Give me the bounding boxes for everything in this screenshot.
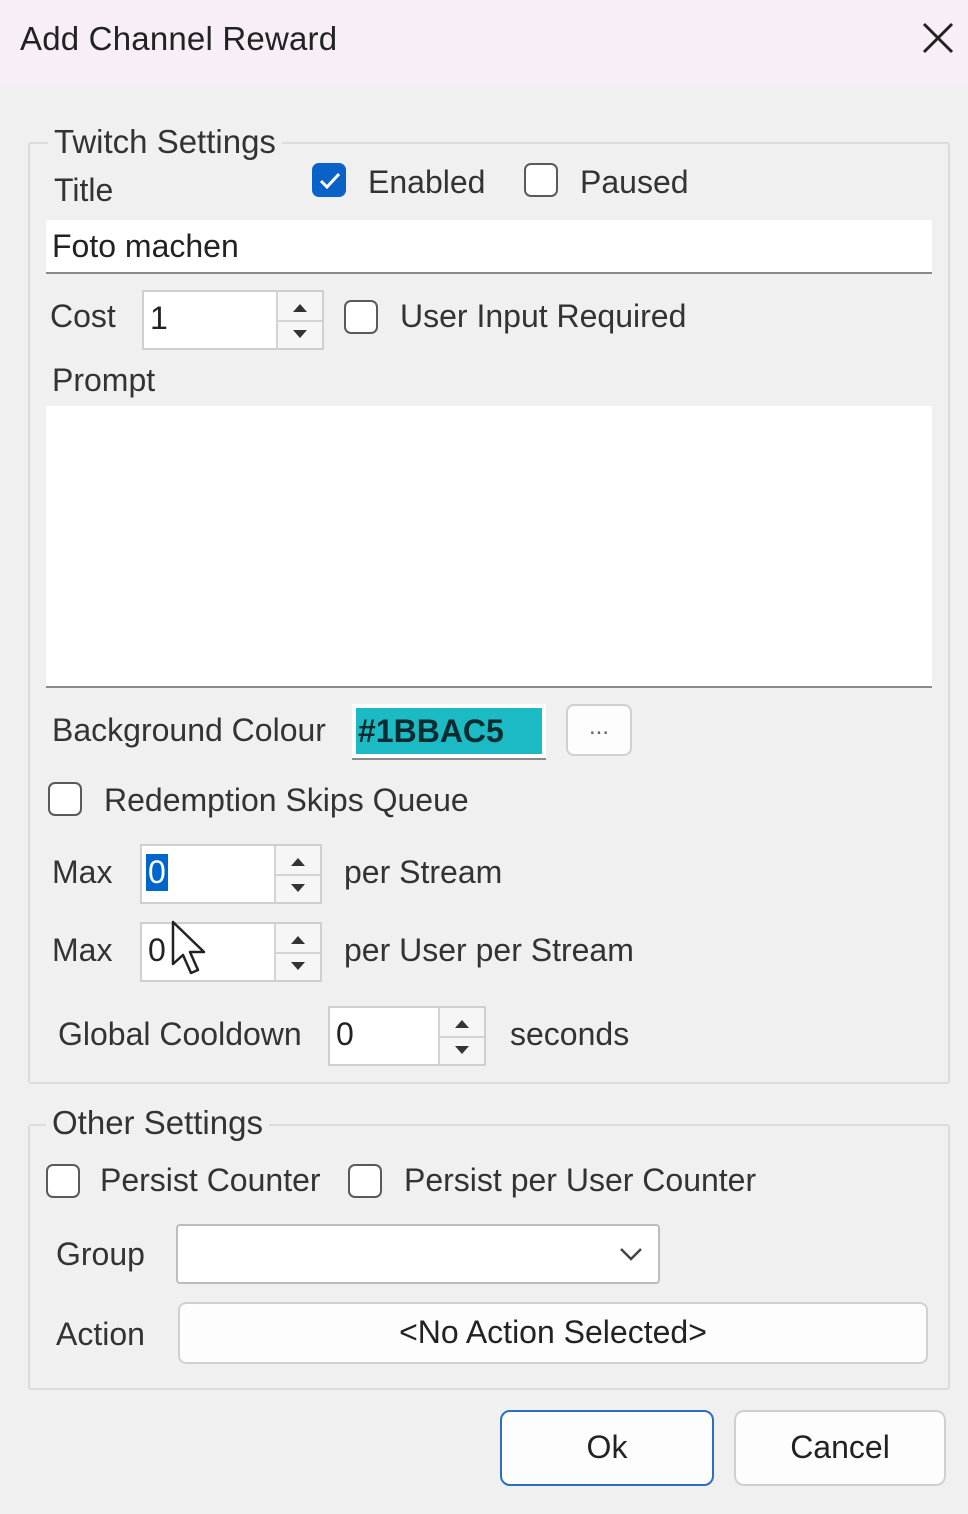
user-input-required-checkbox[interactable] — [344, 300, 378, 334]
max-per-user-increment-button[interactable] — [276, 924, 320, 952]
cost-stepper[interactable]: 1 — [142, 290, 324, 350]
cancel-button[interactable]: Cancel — [734, 1410, 946, 1486]
max-per-stream-value: 0 — [146, 854, 168, 891]
arrow-down-icon — [291, 962, 305, 970]
global-cooldown-decrement-button[interactable] — [440, 1036, 484, 1066]
persist-counter-checkbox[interactable] — [46, 1164, 80, 1198]
browse-colour-button[interactable]: ... — [566, 704, 632, 756]
close-icon[interactable] — [918, 18, 958, 58]
arrow-up-icon — [291, 936, 305, 944]
mouse-pointer-icon — [171, 920, 206, 975]
enabled-label[interactable]: Enabled — [368, 164, 485, 201]
background-colour-value: #1BBAC5 — [356, 708, 542, 754]
cost-increment-button[interactable] — [278, 292, 322, 320]
window-title: Add Channel Reward — [20, 20, 338, 57]
max-per-user-stepper[interactable]: 0 — [140, 922, 322, 982]
max-per-user-label: Max — [52, 932, 113, 968]
action-select-button[interactable]: <No Action Selected> — [178, 1302, 928, 1364]
user-input-required-label[interactable]: User Input Required — [400, 298, 686, 335]
arrow-up-icon — [455, 1020, 469, 1028]
max-per-stream-stepper[interactable]: 0 — [140, 844, 322, 904]
arrow-up-icon — [291, 858, 305, 866]
max-per-user-value: 0 — [148, 932, 166, 968]
background-colour-field[interactable]: #1BBAC5 — [352, 704, 546, 760]
ok-button-label: Ok — [586, 1429, 628, 1465]
background-colour-label: Background Colour — [52, 712, 326, 748]
cost-value: 1 — [150, 300, 168, 336]
max-per-stream-increment-button[interactable] — [276, 846, 320, 874]
chevron-down-icon — [620, 1248, 642, 1261]
title-input-value: Foto machen — [52, 228, 239, 264]
max-per-stream-decrement-button[interactable] — [276, 874, 320, 904]
arrow-down-icon — [293, 330, 307, 338]
max-per-user-spin-buttons — [274, 924, 320, 980]
title-label: Title — [54, 172, 114, 208]
arrow-down-icon — [455, 1046, 469, 1054]
persist-per-user-counter-checkbox[interactable] — [348, 1164, 382, 1198]
prompt-label: Prompt — [52, 362, 156, 398]
browse-colour-label: ... — [588, 713, 609, 740]
group-label: Group — [56, 1236, 145, 1272]
max-per-user-decrement-button[interactable] — [276, 952, 320, 982]
prompt-textarea[interactable] — [46, 406, 932, 688]
paused-checkbox[interactable] — [524, 163, 558, 197]
title-bar: Add Channel Reward — [0, 0, 968, 84]
redemption-skips-queue-label[interactable]: Redemption Skips Queue — [104, 782, 469, 819]
global-cooldown-spin-buttons — [438, 1008, 484, 1064]
seconds-label: seconds — [510, 1016, 630, 1052]
action-label: Action — [56, 1316, 145, 1352]
cost-label: Cost — [50, 298, 116, 334]
global-cooldown-label: Global Cooldown — [58, 1016, 302, 1052]
paused-label[interactable]: Paused — [580, 164, 689, 201]
cost-decrement-button[interactable] — [278, 320, 322, 350]
cancel-button-label: Cancel — [790, 1429, 890, 1465]
group-dropdown[interactable] — [176, 1224, 660, 1284]
persist-counter-label[interactable]: Persist Counter — [100, 1162, 321, 1199]
other-settings-legend: Other Settings — [46, 1104, 269, 1142]
persist-per-user-counter-label[interactable]: Persist per User Counter — [404, 1162, 756, 1199]
global-cooldown-increment-button[interactable] — [440, 1008, 484, 1036]
arrow-down-icon — [291, 884, 305, 892]
checkmark-icon — [319, 172, 341, 190]
redemption-skips-queue-checkbox[interactable] — [48, 782, 82, 816]
enabled-checkbox[interactable] — [312, 163, 346, 197]
twitch-settings-legend: Twitch Settings — [48, 123, 282, 161]
title-input[interactable]: Foto machen — [46, 220, 932, 274]
cost-spin-buttons — [276, 292, 322, 348]
max-per-stream-spin-buttons — [274, 846, 320, 902]
per-user-per-stream-label: per User per Stream — [344, 932, 634, 968]
per-stream-label: per Stream — [344, 854, 503, 890]
global-cooldown-stepper[interactable]: 0 — [328, 1006, 486, 1066]
action-select-label: <No Action Selected> — [399, 1314, 707, 1350]
global-cooldown-value: 0 — [336, 1016, 354, 1052]
arrow-up-icon — [293, 304, 307, 312]
ok-button[interactable]: Ok — [500, 1410, 714, 1486]
max-per-stream-label: Max — [52, 854, 113, 890]
